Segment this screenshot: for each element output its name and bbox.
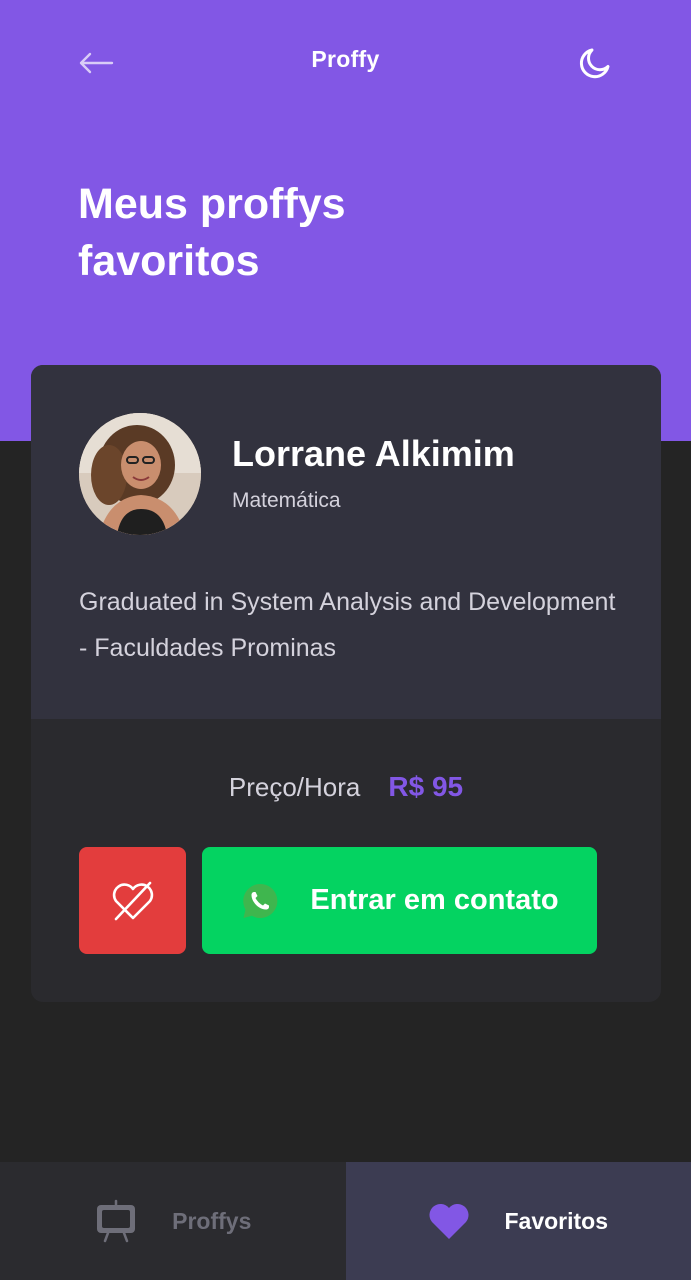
teacher-card: Lorrane Alkimim Matemática Graduated in … (31, 365, 661, 1002)
price-label: Preço/Hora (228, 772, 361, 802)
tab-favoritos-label: Favoritos (504, 1207, 609, 1234)
theme-toggle-button[interactable] (576, 44, 614, 82)
unfavorite-button[interactable] (79, 847, 186, 954)
heart-icon (429, 1203, 469, 1239)
app-logo: Proffy (311, 46, 380, 72)
tab-proffys-label: Proffys (172, 1207, 252, 1234)
tab-proffys[interactable]: Proffys (0, 1162, 346, 1280)
moon-icon (579, 48, 610, 79)
avatar (79, 413, 201, 535)
teacher-name: Lorrane Alkimim (232, 433, 515, 474)
heart-off-icon (112, 881, 153, 920)
page-title: Meus proffys favoritos (78, 180, 346, 285)
arrow-left-icon (79, 52, 114, 74)
price-row: Preço/Hora R$ 95 (31, 771, 661, 803)
contact-button[interactable]: Entrar em contato (202, 847, 597, 954)
contact-label: Entrar em contato (310, 884, 559, 916)
teacher-bio: Graduated in System Analysis and Develop… (79, 588, 616, 662)
teacher-subject: Matemática (232, 489, 341, 512)
tab-favoritos[interactable]: Favoritos (345, 1162, 691, 1280)
whatsapp-icon (243, 883, 278, 918)
tv-easel-icon (97, 1199, 136, 1243)
back-button[interactable] (76, 46, 116, 80)
price-value: R$ 95 (388, 771, 464, 802)
teacher-card-top: Lorrane Alkimim Matemática Graduated in … (31, 365, 661, 719)
tab-bar: Proffys Favoritos (0, 1162, 691, 1280)
